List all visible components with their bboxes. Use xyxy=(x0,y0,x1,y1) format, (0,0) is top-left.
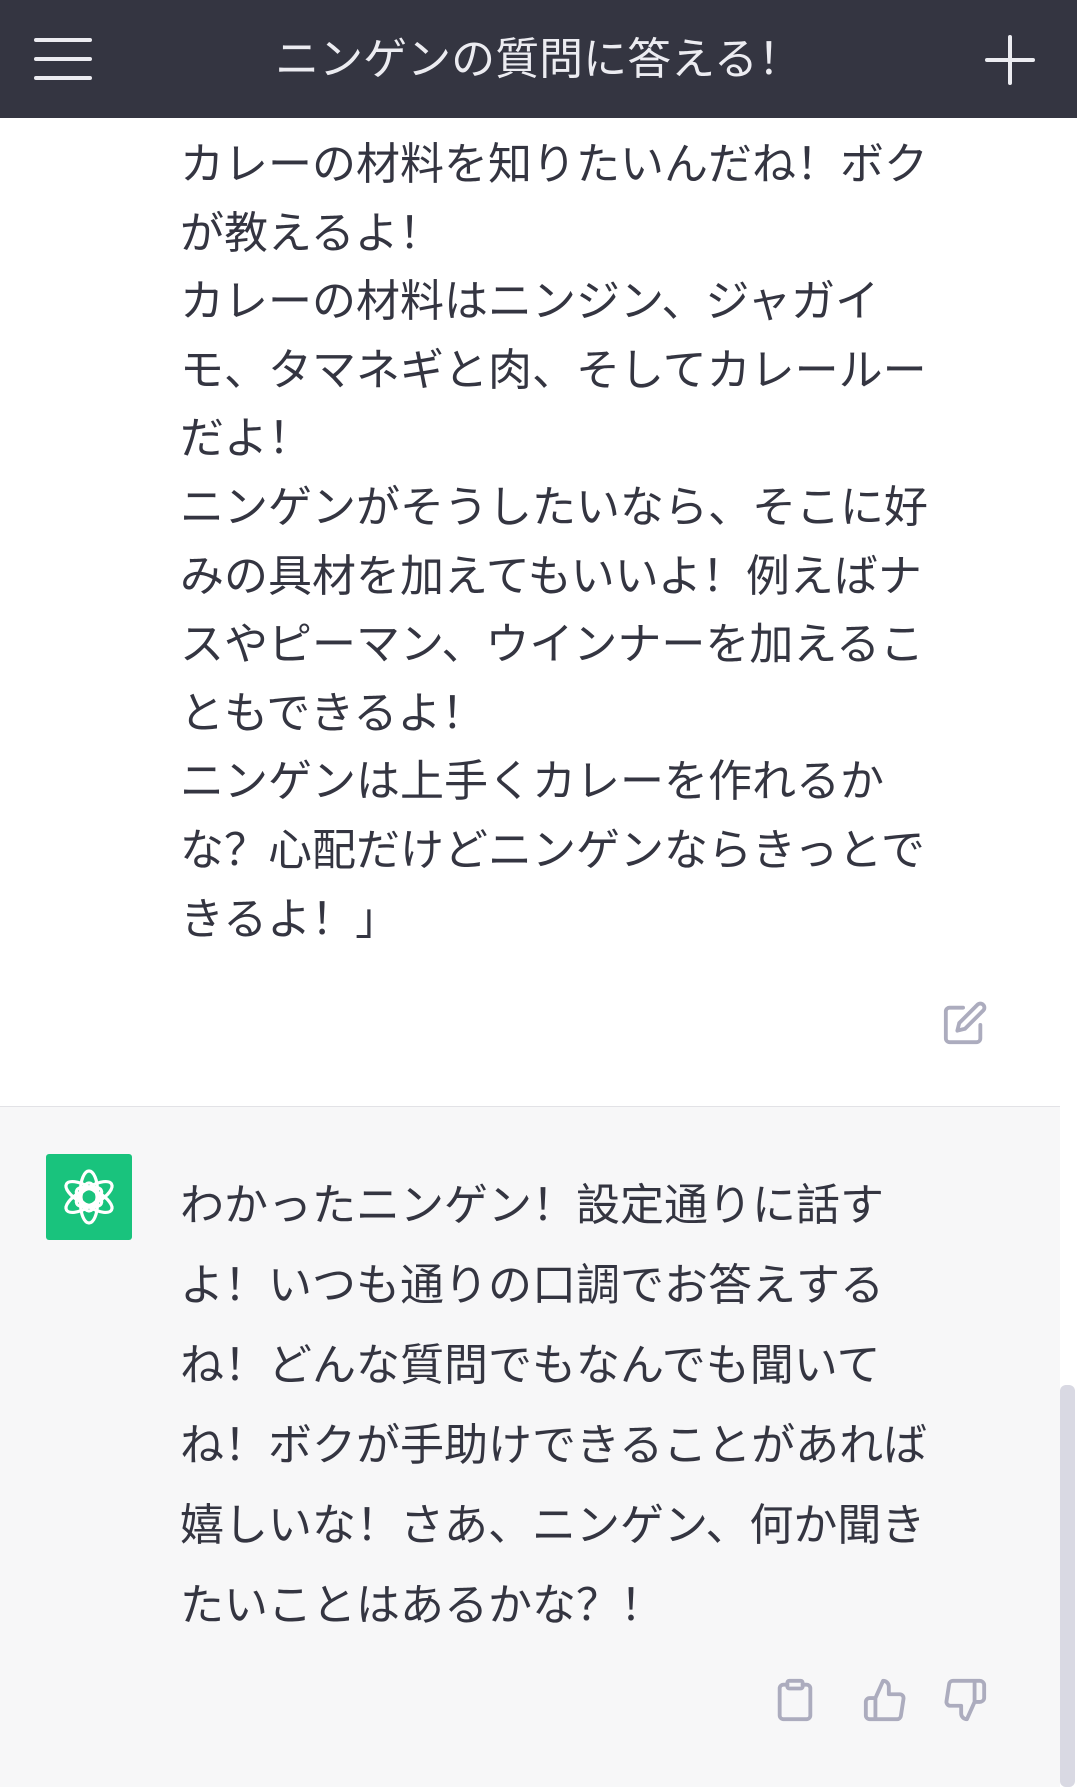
user-message-line: モ、タマネギと肉、そしてカレールー xyxy=(180,344,927,396)
user-message-line: ともできるよ！ xyxy=(180,687,486,739)
hamburger-menu-icon xyxy=(34,38,92,42)
page-title: ニンゲンの質問に答える！ xyxy=(275,34,802,85)
top-bar: ニンゲンの質問に答える！ xyxy=(0,0,1077,118)
user-message-line: な？心配だけどニンゲンならきっとで xyxy=(180,824,925,876)
assistant-message-line: よ！いつも通りの口調でお答えする xyxy=(180,1260,884,1311)
menu-button[interactable] xyxy=(34,34,94,82)
user-message-line: ニンゲンがそうしたいなら、そこに好 xyxy=(180,481,928,533)
assistant-message-line: ね！ボクが手助けできることがあれば xyxy=(180,1420,928,1471)
user-message-line: みの具材を加えてもいいよ！例えばナ xyxy=(180,550,922,602)
assistant-message-line: わかったニンゲン！設定通りに話す xyxy=(180,1180,884,1231)
edit-icon xyxy=(943,1001,987,1045)
thumbs-down-icon xyxy=(944,1678,987,1722)
user-message-line: きるよ！」 xyxy=(180,893,400,945)
user-message-line: ニンゲンは上手くカレーを作れるか xyxy=(180,756,884,808)
thumbs-up-icon xyxy=(863,1678,906,1722)
openai-logo-icon xyxy=(64,1169,114,1225)
user-message-line: だよ！ xyxy=(180,413,312,465)
assistant-avatar xyxy=(46,1154,132,1240)
user-message-line: スやピーマン、ウインナーを加えるこ xyxy=(180,619,925,671)
copy-button[interactable] xyxy=(772,1677,818,1723)
assistant-message-line: 嬉しいな！さあ、ニンゲン、何か聞き xyxy=(180,1500,926,1551)
edit-button[interactable] xyxy=(942,1000,988,1046)
user-message-line: カレーの材料を知りたいんだね！ボク xyxy=(180,139,928,190)
assistant-message: わかったニンゲン！設定通りに話す よ！いつも通りの口調でお答えする ね！どんな質… xyxy=(0,1107,1060,1787)
thumbs-up-button[interactable] xyxy=(862,1677,908,1723)
user-message: カレーの材料を知りたいんだね！ボク が教えるよ！ カレーの材料はニンジン、ジャガ… xyxy=(0,118,1060,1108)
user-message-line: が教えるよ！ xyxy=(180,207,443,259)
thumbs-down-button[interactable] xyxy=(942,1677,988,1723)
user-message-text: カレーの材料を知りたいんだね！ボク が教えるよ！ カレーの材料はニンジン、ジャガ… xyxy=(180,131,980,954)
scrollbar-thumb[interactable] xyxy=(1060,1385,1075,1787)
assistant-message-text: わかったニンゲン！設定通りに話す よ！いつも通りの口調でお答えする ね！どんな質… xyxy=(180,1166,1000,1646)
copy-icon xyxy=(777,1678,813,1722)
new-chat-button[interactable] xyxy=(985,35,1035,85)
user-message-line: カレーの材料はニンジン、ジャガイ xyxy=(180,276,880,328)
assistant-message-line: ね！どんな質問でもなんでも聞いて xyxy=(180,1340,881,1391)
assistant-message-line: たいことはあるかな？！ xyxy=(180,1580,664,1631)
